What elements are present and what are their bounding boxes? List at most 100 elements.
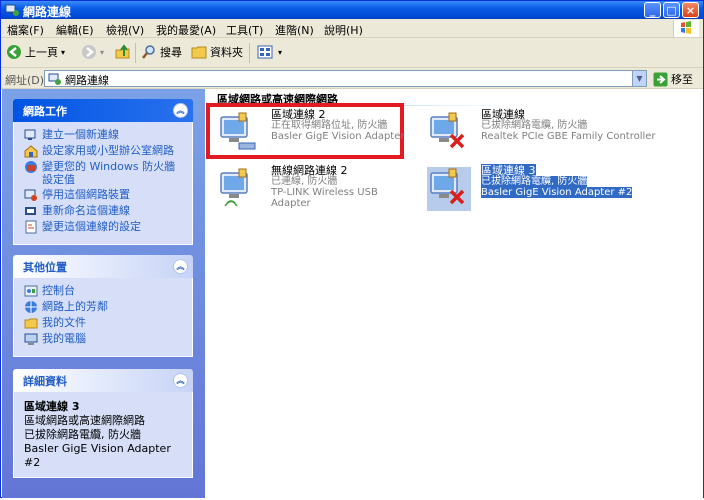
task-label: 變更這個連線的設定	[42, 220, 141, 233]
my-computer-icon	[24, 333, 38, 345]
control-panel-icon	[24, 285, 38, 297]
up-folder-icon	[115, 44, 130, 59]
network-tasks-body: 建立一個新連線 設定家用或小型辦公室網路 變更您的 Windows 防火牆設定值…	[13, 122, 193, 245]
address-bar: 網址(D) 網路連線 ▼ 移至	[1, 68, 703, 89]
menu-help[interactable]: 說明(H)	[324, 22, 363, 38]
toolbar: 上一頁 ▾ ▾ 搜尋 資料夾 ▾	[1, 38, 703, 68]
lan-connection-icon	[220, 112, 256, 150]
network-tasks-title: 網路工作	[23, 104, 67, 118]
lan-disconnected-icon	[427, 167, 471, 211]
connection-name: 區域連線 2	[271, 108, 326, 121]
windows-logo-icon	[673, 20, 699, 37]
collapse-chevron-icon[interactable]: ︽	[173, 373, 188, 388]
forward-dropdown-icon[interactable]: ▾	[100, 48, 104, 57]
views-icon	[257, 45, 273, 59]
folders-button[interactable]: 資料夾	[191, 44, 243, 60]
menu-view[interactable]: 檢視(V)	[106, 22, 144, 38]
details-title: 詳細資料	[23, 374, 67, 388]
toolbar-separator	[135, 43, 136, 63]
back-label: 上一頁	[25, 46, 58, 59]
connection-item-selected[interactable]: 區域連線 3 已拔除網路電纜, 防火牆 Basler GigE Vision A…	[423, 164, 693, 211]
place-label: 我的文件	[42, 316, 86, 329]
address-dropdown-icon[interactable]: ▼	[632, 71, 646, 86]
forward-button[interactable]: ▾	[81, 44, 104, 60]
back-button[interactable]: 上一頁 ▾	[6, 44, 65, 60]
task-rename-connection[interactable]: 重新命名這個連線	[24, 204, 186, 218]
search-label: 搜尋	[160, 46, 182, 59]
folder-icon	[191, 46, 207, 59]
details-type: 區域網路或高速網際網路	[24, 414, 145, 427]
menu-file[interactable]: 檔案(F)	[7, 22, 44, 38]
address-label: 網址(D)	[5, 74, 45, 87]
details-name: 區域連線 3	[24, 400, 80, 413]
place-control-panel[interactable]: 控制台	[24, 284, 186, 298]
task-firewall-settings[interactable]: 變更您的 Windows 防火牆設定值	[24, 160, 186, 186]
new-connection-icon	[24, 129, 36, 140]
connection-item[interactable]: 區域連線 已拔除網路電纜, 防火牆 Realtek PCIe GBE Famil…	[423, 109, 693, 155]
connection-name: 無線網路連線 2	[271, 164, 348, 177]
wireless-connection-icon	[220, 168, 248, 207]
forward-arrow-icon	[82, 45, 96, 59]
menu-favorites[interactable]: 我的最愛(A)	[156, 22, 216, 38]
connection-status: 已拔除網路電纜, 防火牆	[481, 176, 588, 187]
explorer-window: 網路連線 _ □ × 檔案(F) 編輯(E) 檢視(V) 我的最愛(A) 工具(…	[0, 0, 704, 498]
task-label: 重新命名這個連線	[42, 204, 130, 217]
address-input[interactable]: 網路連線 ▼	[44, 70, 647, 87]
views-button[interactable]: ▾	[257, 44, 282, 60]
search-button[interactable]: 搜尋	[141, 44, 182, 60]
address-value: 網路連線	[65, 74, 109, 87]
back-arrow-icon	[7, 45, 21, 59]
back-dropdown-icon[interactable]: ▾	[61, 48, 65, 57]
details-status: 已拔除網路電纜, 防火牆	[24, 428, 141, 441]
my-documents-icon	[24, 318, 38, 329]
menu-edit[interactable]: 編輯(E)	[56, 22, 94, 38]
connection-device: TP-LINK Wireless USB Adapter	[271, 187, 378, 209]
connection-text: 無線網路連線 2 已連線, 防火牆 TP-LINK Wireless USB A…	[271, 165, 413, 209]
task-label: 建立一個新連線	[42, 128, 119, 141]
connection-item[interactable]: 區域連線 2 正在取得網路位址, 防火牆 Basler GigE Vision …	[213, 109, 413, 155]
place-my-computer[interactable]: 我的電腦	[24, 332, 186, 346]
connection-item[interactable]: 無線網路連線 2 已連線, 防火牆 TP-LINK Wireless USB A…	[213, 165, 413, 211]
connection-device: Realtek PCIe GBE Family Controller	[481, 131, 656, 142]
place-my-documents[interactable]: 我的文件	[24, 316, 186, 330]
network-tasks-panel: 網路工作 ︽ 建立一個新連線 設定家用或小型辦公室網路 變更您的 Windows…	[13, 99, 193, 245]
connection-status: 已拔除網路電纜, 防火牆	[481, 120, 588, 131]
up-folder-button[interactable]	[115, 44, 131, 60]
task-pane: 網路工作 ︽ 建立一個新連線 設定家用或小型辦公室網路 變更您的 Windows…	[2, 89, 205, 498]
rename-icon	[25, 207, 36, 215]
menu-tools[interactable]: 工具(T)	[226, 22, 263, 38]
network-places-icon	[25, 301, 37, 313]
go-button[interactable]: 移至	[653, 71, 693, 87]
place-network-neighborhood[interactable]: 網路上的芳鄰	[24, 300, 186, 314]
collapse-chevron-icon[interactable]: ︽	[173, 259, 188, 274]
task-disable-device[interactable]: 停用這個網路裝置	[24, 188, 186, 202]
lan-disconnected-icon	[430, 112, 465, 149]
connection-text: 區域連線 3 已拔除網路電纜, 防火牆 Basler GigE Vision A…	[481, 164, 633, 198]
details-body: 區域連線 3 區域網路或高速網際網路 已拔除網路電纜, 防火牆 Basler G…	[13, 392, 193, 478]
views-dropdown-icon[interactable]: ▾	[278, 48, 282, 57]
close-button[interactable]: ×	[682, 2, 699, 18]
search-icon	[142, 45, 155, 59]
task-home-network[interactable]: 設定家用或小型辦公室網路	[24, 144, 186, 158]
go-label: 移至	[671, 73, 693, 86]
toolbar-separator	[249, 43, 250, 63]
details-panel: 詳細資料 ︽ 區域連線 3 區域網路或高速網際網路 已拔除網路電纜, 防火牆 B…	[13, 369, 193, 478]
connections-view: 區域網路或高速網際網路 區域連線 2 正在取得網路位址, 防火牆 Basler …	[205, 89, 703, 498]
menu-advanced[interactable]: 進階(N)	[275, 22, 314, 38]
connection-device: Basler GigE Vision Adapter	[271, 131, 405, 142]
network-connections-icon	[48, 73, 61, 85]
task-label: 變更您的 Windows 防火牆設定值	[42, 160, 176, 186]
minimize-button[interactable]: _	[644, 2, 661, 18]
collapse-chevron-icon[interactable]: ︽	[173, 103, 188, 118]
task-create-connection[interactable]: 建立一個新連線	[24, 128, 186, 142]
other-places-panel: 其他位置 ︽ 控制台 網路上的芳鄰 我的文件 我的電腦	[13, 255, 193, 357]
details-header[interactable]: 詳細資料 ︽	[13, 369, 193, 392]
place-label: 控制台	[42, 284, 75, 297]
task-label: 設定家用或小型辦公室網路	[42, 144, 174, 157]
maximize-button[interactable]: □	[663, 2, 680, 18]
network-tasks-header[interactable]: 網路工作 ︽	[13, 99, 193, 122]
other-places-header[interactable]: 其他位置 ︽	[13, 255, 193, 278]
title-bar[interactable]: 網路連線 _ □ ×	[1, 1, 703, 19]
firewall-icon	[25, 161, 37, 173]
task-change-settings[interactable]: 變更這個連線的設定	[24, 220, 186, 234]
